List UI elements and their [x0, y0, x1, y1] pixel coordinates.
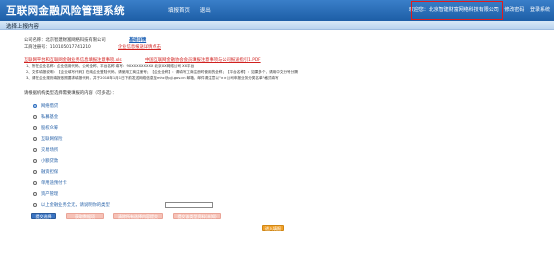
option-label: 私募基金 [41, 115, 59, 120]
nav-logout-link[interactable]: 退出 [200, 8, 211, 14]
clear-submit-button[interactable]: 清除所有选择内容提交 [113, 213, 163, 219]
basic-details-link[interactable]: 基础详情 [129, 38, 146, 43]
top-bar: 互联网金融风险管理系统 填报首页 退出 欢迎您：北京智建財富网络科技有限公司 修… [0, 0, 554, 21]
option-9[interactable]: 以上金融业务全无，请说明你的类型 [33, 202, 223, 208]
radio-icon[interactable] [33, 170, 37, 174]
company-name-value: 北京智建财富网络科技有限公司 [45, 38, 106, 43]
submit-selection-button[interactable]: 提交选择 [31, 213, 56, 219]
section-bar: 选择上报内容 [0, 21, 554, 30]
main-content: 公司名称：北京智建财富网络科技有限公司 基础详情 工商注册号：110105017… [0, 30, 554, 259]
download-link-1[interactable]: 互联网平台和互联网金融业务信息填报注意事项.xls [24, 58, 122, 63]
radio-icon[interactable] [33, 137, 37, 141]
notice-line-2: 2、文件填报说明：【企业填写代码】在纯企业登陆代码，请使用工商注册号；【企业全称… [26, 70, 298, 74]
report-details-link[interactable]: 企业信息报送详情点击 [118, 45, 161, 50]
company-name-row: 公司名称：北京智建财富网络科技有限公司 [24, 38, 106, 43]
option-1[interactable]: 私募基金 [33, 114, 58, 120]
option-label: 小额贷款 [41, 159, 59, 164]
radio-icon[interactable] [33, 148, 37, 152]
top-nav: 填报首页 退出 [168, 6, 219, 14]
option-label: 网络借贷 [41, 104, 59, 109]
option-label: 以上金融业务全无，请说明你的类型 [41, 203, 110, 208]
option-label: 股权众筹 [41, 126, 59, 131]
radio-icon[interactable] [33, 126, 37, 130]
option-7[interactable]: 单用途预付卡 [33, 180, 67, 186]
radio-icon[interactable] [33, 115, 37, 119]
radio-icon[interactable] [33, 192, 37, 196]
submit-type-button[interactable]: 提交该类型资料(未知) [173, 213, 221, 219]
highlight-box [411, 1, 503, 20]
enter-report-button[interactable]: 进入填报 [262, 225, 284, 231]
option-8[interactable]: 资产管理 [33, 191, 58, 197]
login-system-link[interactable]: 登录系统 [530, 7, 550, 13]
option-5[interactable]: 小额贷款 [33, 158, 58, 164]
company-name-label: 公司名称： [24, 38, 46, 43]
option-label: 交易场所 [41, 148, 59, 153]
radio-icon[interactable] [33, 159, 37, 163]
nav-home-link[interactable]: 填报首页 [168, 8, 190, 14]
option-label: 融资担保 [41, 170, 59, 175]
option-0[interactable]: 网络借贷 [33, 103, 58, 109]
option-2[interactable]: 股权众筹 [33, 125, 58, 131]
notice-line-3: 3、请在企业规则填报依照要求填报代码，并于2018年1月1日下前发送网络信息至m… [26, 76, 279, 80]
selection-prompt: 请根据机构类型选择需要填报的内容（可多选）： [24, 91, 117, 96]
radio-icon[interactable] [33, 181, 37, 185]
option-label: 互联网保险 [41, 137, 63, 142]
change-password-link[interactable]: 修改密码 [504, 7, 524, 13]
option-3[interactable]: 互联网保险 [33, 136, 62, 142]
reg-number-row: 工商注册号：110105017741210 [24, 45, 91, 50]
notice-line-1: 1、所在企业名称：企业信用代码、公司全称、平台名称 填写：9XXXXXXXXXX… [26, 64, 195, 68]
section-title: 选择上报内容 [6, 24, 40, 30]
option-label: 单用途预付卡 [41, 181, 67, 186]
fetch-data-button[interactable]: 获取数据项 [66, 213, 104, 219]
option-4[interactable]: 交易场所 [33, 147, 58, 153]
download-link-2[interactable]: 中国互联网金融协会会员填报注意事项与公司报送指引1.PDF [145, 58, 261, 63]
app-title: 互联网金融风险管理系统 [6, 5, 125, 17]
reg-number-label: 工商注册号： [24, 45, 50, 50]
option-6[interactable]: 融资担保 [33, 169, 58, 175]
other-type-input[interactable] [165, 202, 213, 208]
reg-number-value: 110105017741210 [49, 45, 91, 50]
option-label: 资产管理 [41, 192, 59, 197]
radio-icon[interactable] [33, 104, 37, 108]
radio-icon[interactable] [33, 203, 37, 207]
